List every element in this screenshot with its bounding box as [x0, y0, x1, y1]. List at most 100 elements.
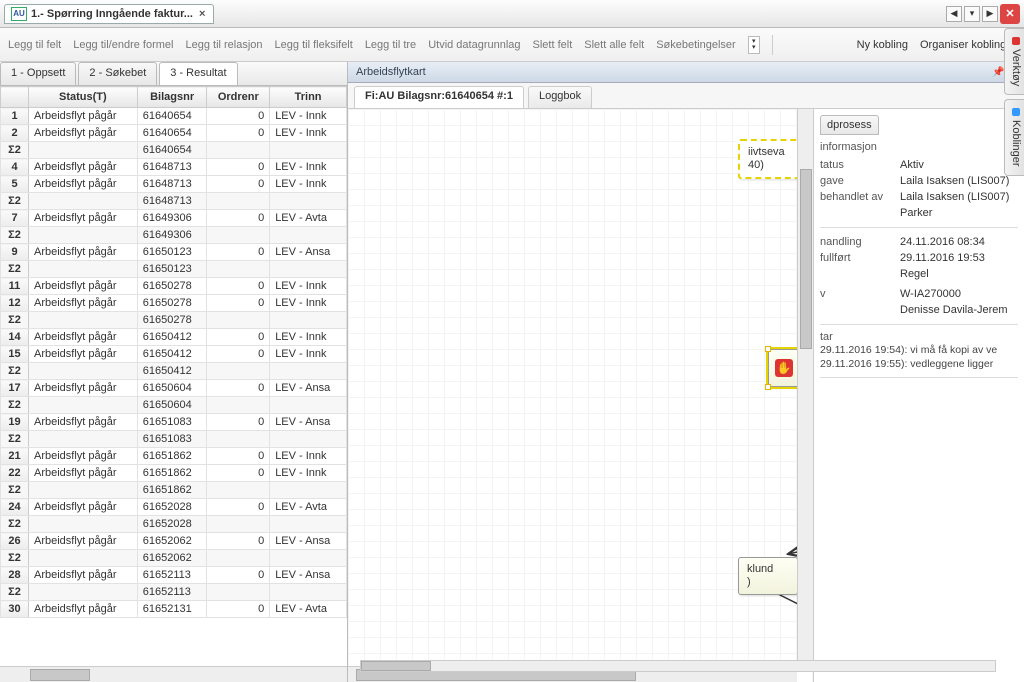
tab-close-icon[interactable]: × — [197, 8, 207, 20]
table-row[interactable]: Σ261650412 — [1, 363, 347, 380]
table-row[interactable]: 15Arbeidsflyt pågår616504120LEV - Innk — [1, 346, 347, 363]
table-row[interactable]: 24Arbeidsflyt pågår616520280LEV - Avta — [1, 499, 347, 516]
tab-oppsett[interactable]: 1 - Oppsett — [0, 62, 76, 85]
table-row[interactable]: Σ261649306 — [1, 227, 347, 244]
link-icon — [1012, 108, 1020, 116]
tb-sokebetingelser[interactable]: Søkebetingelser — [656, 39, 736, 51]
cell-bilagsnr: 61652113 — [137, 584, 207, 601]
row-number: 19 — [1, 414, 29, 431]
table-row[interactable]: 21Arbeidsflyt pågår616518620LEV - Innk — [1, 448, 347, 465]
cell-ordrenr: 0 — [207, 499, 270, 516]
table-row[interactable]: 11Arbeidsflyt pågår616502780LEV - Innk — [1, 278, 347, 295]
table-row[interactable]: 19Arbeidsflyt pågår616510830LEV - Ansa — [1, 414, 347, 431]
node-klund[interactable]: klund ) — [738, 557, 798, 595]
table-row[interactable]: 22Arbeidsflyt pågår616518620LEV - Innk — [1, 465, 347, 482]
canvas-v-scrollbar[interactable] — [797, 109, 813, 666]
table-row[interactable]: Σ261651083 — [1, 431, 347, 448]
workflow-canvas[interactable]: iivtseva 40) ✓Håvard Olav Hansen (HHA17 … — [348, 109, 814, 682]
table-row[interactable]: 26Arbeidsflyt pågår616520620LEV - Ansa — [1, 533, 347, 550]
table-row[interactable]: Σ261652113 — [1, 584, 347, 601]
tab-sokebet[interactable]: 2 - Søkebet — [78, 62, 157, 85]
workflow-panel-header: Arbeidsflytkart 📌 ✕ — [348, 62, 1024, 83]
row-number: 11 — [1, 278, 29, 295]
cell-status — [29, 193, 138, 210]
cell-bilagsnr: 61652113 — [137, 567, 207, 584]
table-row[interactable]: Σ261652028 — [1, 516, 347, 533]
table-row[interactable]: 7Arbeidsflyt pågår616493060LEV - Avta — [1, 210, 347, 227]
nav-prev-button[interactable]: ◀ — [946, 6, 962, 22]
cell-trinn — [270, 227, 347, 244]
cell-bilagsnr: 61651862 — [137, 465, 207, 482]
table-row[interactable]: 5Arbeidsflyt pågår616487130LEV - Innk — [1, 176, 347, 193]
workflow-panel-title: Arbeidsflytkart — [356, 66, 426, 78]
tb-legg-til-felt[interactable]: Legg til felt — [8, 39, 61, 51]
grid-header[interactable] — [1, 87, 29, 108]
document-tab[interactable]: AU 1.- Spørring Inngående faktur... × — [4, 4, 214, 24]
wf-tab-loggbok[interactable]: Loggbok — [528, 86, 592, 108]
info-h-scrollbar[interactable] — [360, 660, 996, 674]
tb-utvid-datagrunnlag[interactable]: Utvid datagrunnlag — [428, 39, 520, 51]
tb-slett-alle-felt[interactable]: Slett alle felt — [584, 39, 644, 51]
row-number: 17 — [1, 380, 29, 397]
grid-header[interactable]: Trinn — [270, 87, 347, 108]
wf-tab-instance[interactable]: Fi:AU Bilagsnr:61640654 #:1 — [354, 86, 524, 108]
tb-ny-kobling[interactable]: Ny kobling — [857, 39, 908, 51]
cell-trinn — [270, 550, 347, 567]
toolbar-overflow-button[interactable]: ▾▾ — [748, 36, 760, 54]
row-number: 9 — [1, 244, 29, 261]
tab-resultat[interactable]: 3 - Resultat — [159, 62, 237, 85]
tb-legg-til-fleksifelt[interactable]: Legg til fleksifelt — [275, 39, 353, 51]
cell-trinn: LEV - Innk — [270, 176, 347, 193]
grid-header[interactable]: Bilagsnr — [137, 87, 207, 108]
table-row[interactable]: Σ261650278 — [1, 312, 347, 329]
table-row[interactable]: 12Arbeidsflyt pågår616502780LEV - Innk — [1, 295, 347, 312]
row-number: Σ2 — [1, 431, 29, 448]
result-grid[interactable]: Status(T)BilagsnrOrdrenrTrinn1Arbeidsfly… — [0, 86, 347, 666]
tb-legg-til-tre[interactable]: Legg til tre — [365, 39, 416, 51]
cell-trinn: LEV - Avta — [270, 210, 347, 227]
tb-legg-til-formel[interactable]: Legg til/endre formel — [73, 39, 173, 51]
table-row[interactable]: Σ261648713 — [1, 193, 347, 210]
cell-bilagsnr: 61652062 — [137, 550, 207, 567]
cell-trinn: LEV - Innk — [270, 448, 347, 465]
row-number: 14 — [1, 329, 29, 346]
sidetab-verktoy[interactable]: Verktøy — [1004, 28, 1024, 95]
process-button[interactable]: dprosess — [820, 115, 879, 135]
table-row[interactable]: Σ261640654 — [1, 142, 347, 159]
cell-status — [29, 312, 138, 329]
grid-h-scrollbar[interactable] — [0, 666, 347, 682]
table-row[interactable]: 14Arbeidsflyt pågår616504120LEV - Innk — [1, 329, 347, 346]
table-row[interactable]: Σ261650123 — [1, 261, 347, 278]
tb-legg-til-relasjon[interactable]: Legg til relasjon — [185, 39, 262, 51]
window-close-button[interactable]: ✕ — [1000, 4, 1020, 24]
table-row[interactable]: Σ261650604 — [1, 397, 347, 414]
tb-slett-felt[interactable]: Slett felt — [533, 39, 573, 51]
table-row[interactable]: Σ261651862 — [1, 482, 347, 499]
nav-next-button[interactable]: ▶ — [982, 6, 998, 22]
table-row[interactable]: 2Arbeidsflyt pågår616406540LEV - Innk — [1, 125, 347, 142]
table-row[interactable]: 28Arbeidsflyt pågår616521130LEV - Ansa — [1, 567, 347, 584]
table-row[interactable]: 17Arbeidsflyt pågår616506040LEV - Ansa — [1, 380, 347, 397]
table-row[interactable]: 1Arbeidsflyt pågår616406540LEV - Innk — [1, 108, 347, 125]
nav-list-button[interactable]: ▾ — [964, 6, 980, 22]
table-row[interactable]: 9Arbeidsflyt pågår616501230LEV - Ansa — [1, 244, 347, 261]
cell-ordrenr — [207, 584, 270, 601]
cell-ordrenr: 0 — [207, 601, 270, 618]
cell-status — [29, 397, 138, 414]
cell-trinn — [270, 363, 347, 380]
cell-ordrenr — [207, 516, 270, 533]
table-row[interactable]: 30Arbeidsflyt pågår616521310LEV - Avta — [1, 601, 347, 618]
sidetab-koblinger[interactable]: Koblinger — [1004, 99, 1024, 175]
grid-header[interactable]: Ordrenr — [207, 87, 270, 108]
info-row: tatusAktiv — [820, 157, 1018, 173]
cell-status: Arbeidsflyt pågår — [29, 533, 138, 550]
info-row: vW-IA270000 — [820, 286, 1018, 302]
cell-bilagsnr: 61650123 — [137, 261, 207, 278]
grid-header[interactable]: Status(T) — [29, 87, 138, 108]
cell-bilagsnr: 61640654 — [137, 142, 207, 159]
table-row[interactable]: 4Arbeidsflyt pågår616487130LEV - Innk — [1, 159, 347, 176]
cell-ordrenr: 0 — [207, 465, 270, 482]
table-row[interactable]: Σ261652062 — [1, 550, 347, 567]
tb-organiser-koblinger[interactable]: Organiser koblinger — [920, 39, 1016, 51]
cell-status: Arbeidsflyt pågår — [29, 448, 138, 465]
